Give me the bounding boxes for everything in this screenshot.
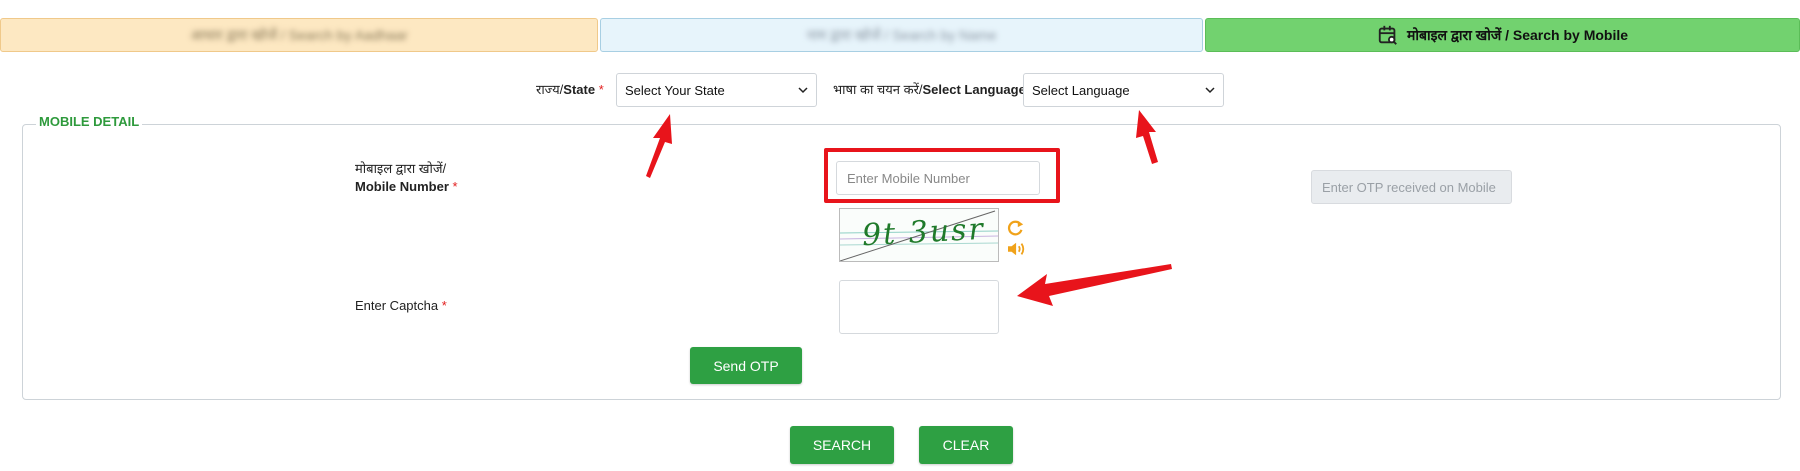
language-label: भाषा का चयन करें/Select Language [833, 82, 1026, 97]
chevron-down-icon [798, 87, 808, 94]
captcha-image: 9t 3usr [839, 208, 999, 262]
calendar-search-icon [1378, 25, 1397, 45]
mobile-number-input[interactable]: Enter Mobile Number [836, 161, 1040, 195]
tab-search-by-mobile[interactable]: मोबाइल द्वारा खोजें / Search by Mobile [1205, 18, 1800, 52]
captcha-text: 9t 3usr [861, 211, 986, 254]
captcha-input[interactable] [839, 280, 999, 334]
state-label: राज्य/State * [536, 82, 604, 97]
required-marker: * [598, 82, 604, 97]
speaker-icon[interactable] [1006, 240, 1028, 258]
state-select[interactable]: Select Your State [616, 73, 817, 107]
tab-search-by-aadhaar[interactable]: आधार द्वारा खोजें / Search by Aadhaar [0, 18, 598, 52]
refresh-icon[interactable] [1007, 219, 1025, 237]
search-button[interactable]: SEARCH [790, 426, 894, 464]
state-select-value: Select Your State [625, 82, 725, 98]
annotation-arrow-language [1136, 110, 1158, 164]
mobile-number-label: मोबाइल द्वारा खोजें/ Mobile Number * [355, 161, 458, 194]
chevron-down-icon [1205, 87, 1215, 94]
send-otp-button[interactable]: Send OTP [690, 347, 802, 384]
clear-button[interactable]: CLEAR [919, 426, 1013, 464]
tab-label-name: नाम द्वारा खोजें / Search by Name [806, 26, 997, 43]
annotation-arrow-state [646, 114, 672, 178]
tab-search-by-name[interactable]: नाम द्वारा खोजें / Search by Name [600, 18, 1203, 52]
language-select-value: Select Language [1032, 82, 1130, 98]
annotation-arrow-captcha [1017, 264, 1172, 306]
mobile-detail-legend: MOBILE DETAIL [36, 114, 143, 129]
captcha-label: Enter Captcha * [355, 298, 447, 313]
otp-input[interactable]: Enter OTP received on Mobile [1311, 170, 1512, 204]
tab-label-aadhaar: आधार द्वारा खोजें / Search by Aadhaar [190, 26, 408, 43]
tab-label-mobile: मोबाइल द्वारा खोजें / Search by Mobile [1406, 26, 1629, 43]
language-select[interactable]: Select Language [1023, 73, 1224, 107]
